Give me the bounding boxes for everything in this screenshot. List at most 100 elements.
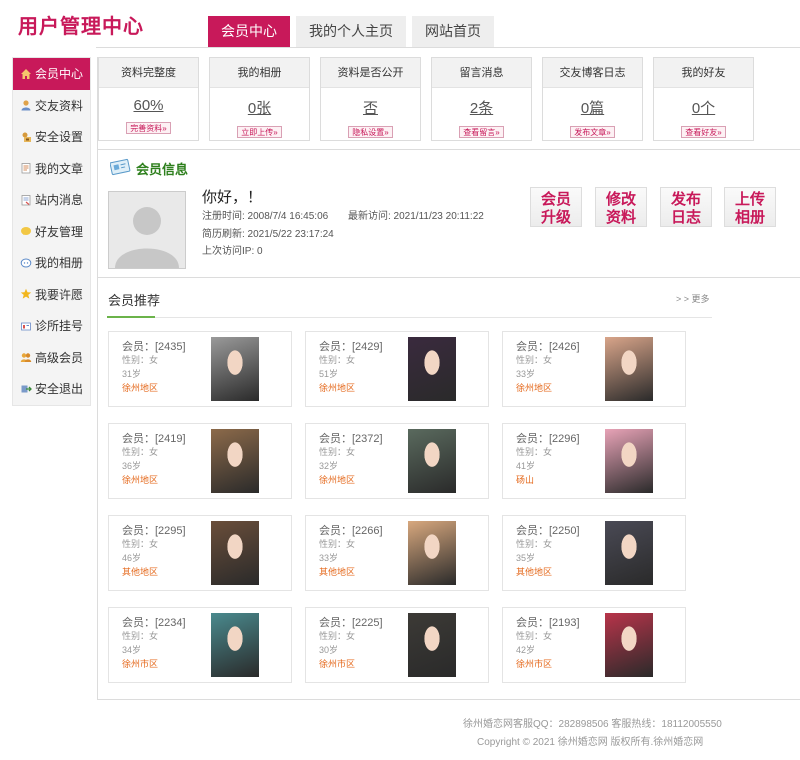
member-id: 会员：[2234] <box>122 617 186 629</box>
stat-my-friends: 我的好友 0个 查看好友» <box>653 57 754 141</box>
member-area: 徐州地区 <box>122 383 159 393</box>
sidebar-item-clinic[interactable]: 诊所挂号 <box>13 310 90 342</box>
member-card[interactable]: 会员：[2234] 性别：女 34岁 徐州市区 <box>108 607 292 683</box>
member-card[interactable]: 会员：[2193] 性别：女 42岁 徐州市区 <box>502 607 686 683</box>
message-icon <box>20 194 32 206</box>
member-age: 46岁 <box>122 553 142 563</box>
recommend-title-underline <box>107 316 155 318</box>
member-card[interactable]: 会员：[2435] 性别：女 31岁徐州地区 <box>108 331 292 407</box>
member-photo[interactable] <box>211 337 259 401</box>
tab-site-home[interactable]: 网站首页 <box>412 16 494 47</box>
member-card[interactable]: 会员：[2419] 性别：女 36岁 徐州地区 <box>108 423 292 499</box>
tab-member-center[interactable]: 会员中心 <box>208 16 290 47</box>
album-icon <box>20 257 32 269</box>
main-panel: 资料完整度 60% 完善资料» 我的相册 0张 立即上传» 资料是否公开 否 隐… <box>97 57 800 700</box>
sidebar-item-wish[interactable]: 我要许愿 <box>13 279 90 311</box>
stat-messages: 留言消息 2条 查看留言» <box>431 57 532 141</box>
sidebar-item-member-center[interactable]: 会员中心 <box>13 58 90 90</box>
member-sex: 性别：女 <box>122 539 159 549</box>
member-photo[interactable] <box>211 613 259 677</box>
member-card[interactable]: 会员：[2372] 性别：女 32岁 徐州地区 <box>305 423 489 499</box>
stat-value[interactable]: 60% <box>133 97 163 114</box>
member-area: 其他地区 <box>516 567 553 577</box>
publish-article-button[interactable]: 发布文章» <box>570 126 615 138</box>
logout-icon <box>20 383 32 395</box>
member-photo[interactable] <box>211 429 259 493</box>
member-sex: 性别：女 <box>516 447 553 457</box>
stat-title: 交友博客日志 <box>543 58 642 88</box>
view-friends-button[interactable]: 查看好友» <box>681 126 726 138</box>
sidebar-item-messages[interactable]: 站内消息 <box>13 184 90 216</box>
member-age: 31岁 <box>122 369 142 379</box>
member-info-heading: 会员信息 <box>109 158 188 179</box>
member-id: 会员：[2435] <box>122 341 186 353</box>
member-area: 徐州地区 <box>319 475 356 485</box>
stat-value[interactable]: 0张 <box>248 97 271 118</box>
member-area: 其他地区 <box>319 567 356 577</box>
stat-title: 资料完整度 <box>99 58 198 88</box>
member-age: 42岁 <box>516 645 536 655</box>
sidebar-item-articles[interactable]: 我的文章 <box>13 153 90 185</box>
member-photo[interactable] <box>605 521 653 585</box>
member-photo[interactable] <box>408 337 456 401</box>
sidebar: 会员中心 交友资料 安全设置 我的文章 站内消息 好友管理 我的相册 我要许愿 … <box>12 57 91 406</box>
member-card[interactable]: 会员：[2295] 性别：女 46岁 其他地区 <box>108 515 292 591</box>
edit-profile-button[interactable]: 修改 资料 <box>595 187 647 227</box>
member-card[interactable]: 会员：[2250] 性别：女 35岁 其他地区 <box>502 515 686 591</box>
upload-album-button[interactable]: 上传 相册 <box>724 187 776 227</box>
member-card[interactable]: 会员：[2426] 性别：女 33岁 徐州地区 <box>502 331 686 407</box>
privacy-settings-button[interactable]: 隐私设置» <box>348 126 393 138</box>
member-card[interactable]: 会员：[2429] 性别：女 51岁 徐州地区 <box>305 331 489 407</box>
member-card[interactable]: 会员：[2225] 性别：女 30岁 徐州市区 <box>305 607 489 683</box>
member-photo[interactable] <box>211 521 259 585</box>
sidebar-item-security[interactable]: 安全设置 <box>13 121 90 153</box>
member-id: 会员：[2419] <box>122 433 186 445</box>
member-sex: 性别：女 <box>319 539 356 549</box>
sidebar-item-friends[interactable]: 好友管理 <box>13 216 90 248</box>
member-age: 41岁 <box>516 461 536 471</box>
lock-icon <box>20 131 32 143</box>
stat-value[interactable]: 否 <box>363 97 378 118</box>
sidebar-item-label: 交友资料 <box>35 98 84 113</box>
member-id: 会员：[2372] <box>319 433 383 445</box>
member-area: 徐州市区 <box>122 659 159 669</box>
member-sex: 性别：女 <box>122 447 159 457</box>
member-card[interactable]: 会员：[2296] 性别：女 41岁砀山 <box>502 423 686 499</box>
home-icon <box>20 68 32 80</box>
sidebar-item-logout[interactable]: 安全退出 <box>13 373 90 405</box>
site-title: 用户管理中心 <box>18 16 144 38</box>
header-divider <box>96 47 800 48</box>
more-link[interactable]: > > 更多 <box>676 292 710 305</box>
post-log-button[interactable]: 发布 日志 <box>660 187 712 227</box>
stat-value[interactable]: 2条 <box>470 97 493 118</box>
member-photo[interactable] <box>408 521 456 585</box>
member-id: 会员：[2295] <box>122 525 186 537</box>
member-photo[interactable] <box>408 613 456 677</box>
member-area: 徐州市区 <box>516 659 553 669</box>
sidebar-item-album[interactable]: 我的相册 <box>13 247 90 279</box>
sidebar-item-label: 好友管理 <box>35 224 84 239</box>
tab-my-homepage[interactable]: 我的个人主页 <box>296 16 406 47</box>
member-photo[interactable] <box>605 613 653 677</box>
sidebar-item-vip[interactable]: 高级会员 <box>13 342 90 374</box>
footer-contact: 徐州婚恋网客服QQ：282898506 客服热线：18112005550 <box>463 719 722 730</box>
stat-value[interactable]: 0个 <box>692 97 715 118</box>
stat-title: 我的相册 <box>210 58 309 88</box>
sidebar-item-label: 安全设置 <box>35 130 84 145</box>
complete-profile-button[interactable]: 完善资料» <box>126 122 171 134</box>
member-area: 砀山 <box>516 475 535 485</box>
member-photo[interactable] <box>605 429 653 493</box>
member-sex: 性别：女 <box>122 355 159 365</box>
member-photo[interactable] <box>408 429 456 493</box>
member-sex: 性别：女 <box>516 539 553 549</box>
member-id: 会员：[2296] <box>516 433 580 445</box>
view-messages-button[interactable]: 查看留言» <box>459 126 504 138</box>
sidebar-item-label: 我要许愿 <box>35 287 84 302</box>
stat-value[interactable]: 0篇 <box>581 97 604 118</box>
upload-now-button[interactable]: 立即上传» <box>237 126 282 138</box>
member-photo[interactable] <box>605 337 653 401</box>
sidebar-item-profile[interactable]: 交友资料 <box>13 90 90 122</box>
upgrade-member-button[interactable]: 会员 升级 <box>530 187 582 227</box>
member-card[interactable]: 会员：[2266] 性别：女 33岁 其他地区 <box>305 515 489 591</box>
member-age: 32岁 <box>319 461 339 471</box>
